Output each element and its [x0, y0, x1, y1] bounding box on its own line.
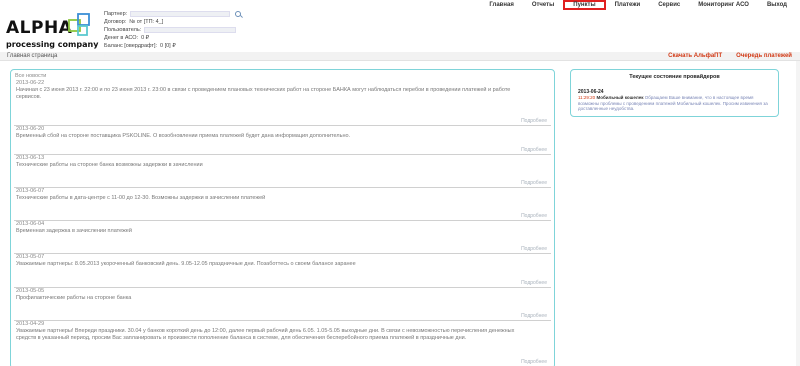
news-date: 2013-04-29: [16, 321, 45, 327]
providers-time: 11:29:20: [578, 95, 596, 100]
user-field: [144, 27, 237, 33]
logo-subtitle: processing company: [6, 40, 99, 49]
providers-title: Текущее состояние провайдеров: [629, 74, 720, 80]
news-text: Уважаемые партнеры! Впереди праздники. 3…: [16, 328, 515, 341]
nav-service[interactable]: Сервис: [649, 0, 689, 10]
user-label: Пользователь:: [104, 27, 142, 33]
nav-home[interactable]: Главная: [480, 0, 522, 10]
nav-exit[interactable]: Выход: [758, 0, 796, 10]
news-text: Технические работы на стороне банка возм…: [16, 162, 203, 168]
news-item: 2013-05-05 Профилактические работы на ст…: [14, 288, 551, 321]
download-alphapt-link[interactable]: Скачать АльфаПТ: [668, 53, 722, 59]
balance-row: Баланс [овердрафт]: 0 [0] ₽: [104, 42, 274, 50]
news-text: Временная задержка в зачислении платежей: [16, 228, 132, 234]
news-date: 2013-06-13: [16, 155, 45, 161]
all-news-link[interactable]: Все новости: [15, 73, 46, 79]
news-panel: Все новости 2013-06-22 Начиная с 23 июня…: [10, 69, 555, 366]
news-item: 2013-06-13 Технические работы на стороне…: [14, 155, 551, 188]
balance-label: Баланс [овердрафт]:: [104, 43, 157, 49]
search-icon[interactable]: [235, 11, 242, 17]
logo-squares-icon: [68, 13, 90, 36]
scrollbar[interactable]: [796, 61, 800, 366]
news-item: 2013-06-04 Временная задержка в зачислен…: [14, 221, 551, 254]
news-item: 2013-06-07 Технические работы в дата-цен…: [14, 188, 551, 221]
nav-points[interactable]: Пункты: [563, 0, 606, 10]
header: ALPHA processing company Партнер: Догово…: [0, 0, 800, 52]
partner-row: Партнер:: [104, 10, 274, 18]
balance-value: 0 [0] ₽: [160, 43, 176, 49]
providers-message: 11:29:20 Мобильный кошелек Обращаем Ваше…: [578, 95, 774, 112]
main-nav: Главная Отчеты Пункты Платежи Сервис Мон…: [480, 0, 796, 10]
nav-reports[interactable]: Отчеты: [523, 0, 563, 10]
news-date: 2013-06-07: [16, 188, 45, 194]
news-text: Начиная с 23 июня 2013 г. 22:00 и по 23 …: [16, 87, 511, 100]
news-date: 2013-06-20: [16, 126, 45, 132]
more-link[interactable]: Подробнее: [521, 118, 547, 124]
contract-row: Договор: № от [ТП: 4_]: [104, 18, 274, 26]
partner-info: Партнер: Договор: № от [ТП: 4_] Пользова…: [104, 10, 274, 50]
news-item: 2013-04-29 Уважаемые партнеры! Впереди п…: [14, 321, 551, 366]
news-date: 2013-05-05: [16, 288, 45, 294]
news-text: Профилактические работы на стороне банка: [16, 295, 132, 301]
more-link[interactable]: Подробнее: [521, 313, 547, 319]
more-link[interactable]: Подробнее: [521, 213, 547, 219]
money-label: Денег в АСО:: [104, 35, 139, 41]
contract-value: № от [ТП: 4_]: [129, 19, 164, 25]
news-date: 2013-05-07: [16, 254, 45, 260]
news-item: 2013-06-22 Начиная с 23 июня 2013 г. 22:…: [14, 80, 551, 126]
providers-status-panel: Текущее состояние провайдеров 2013-06-24…: [570, 69, 779, 117]
breadcrumb: Главная страница: [7, 53, 58, 59]
more-link[interactable]: Подробнее: [521, 280, 547, 286]
logo-title: ALPHA: [6, 18, 73, 38]
more-link[interactable]: Подробнее: [521, 359, 547, 365]
money-row: Денег в АСО: 0 ₽: [104, 34, 274, 42]
user-row: Пользователь:: [104, 26, 274, 34]
payment-queue-link[interactable]: Очередь платежей: [736, 53, 792, 59]
more-link[interactable]: Подробнее: [521, 246, 547, 252]
money-value: 0 ₽: [141, 35, 150, 41]
nav-payments[interactable]: Платежи: [606, 0, 650, 10]
partner-label: Партнер:: [104, 11, 128, 17]
news-item: 2013-06-20 Временный сбой на стороне пос…: [14, 126, 551, 155]
partner-search-input[interactable]: [130, 11, 231, 17]
sub-links: Скачать АльфаПТ Очередь платежей: [668, 53, 792, 59]
news-text: Уважаемые партнеры: 8.05.2013 укороченны…: [16, 261, 356, 267]
news-item: 2013-05-07 Уважаемые партнеры: 8.05.2013…: [14, 254, 551, 288]
sub-bar: Главная страница Скачать АльфаПТ Очередь…: [0, 52, 800, 61]
more-link[interactable]: Подробнее: [521, 147, 547, 153]
more-link[interactable]: Подробнее: [521, 180, 547, 186]
news-date: 2013-06-04: [16, 221, 45, 227]
contract-label: Договор:: [104, 19, 127, 25]
news-text: Технические работы в дата-центре с 11-00…: [16, 195, 266, 201]
alpha-logo[interactable]: ALPHA processing company: [6, 12, 101, 52]
news-date: 2013-06-22: [16, 80, 45, 86]
provider-name: Мобильный кошелек: [596, 95, 644, 100]
nav-monitoring[interactable]: Мониторинг АСО: [689, 0, 758, 10]
news-text: Временный сбой на стороне поставщика PSK…: [16, 133, 351, 139]
